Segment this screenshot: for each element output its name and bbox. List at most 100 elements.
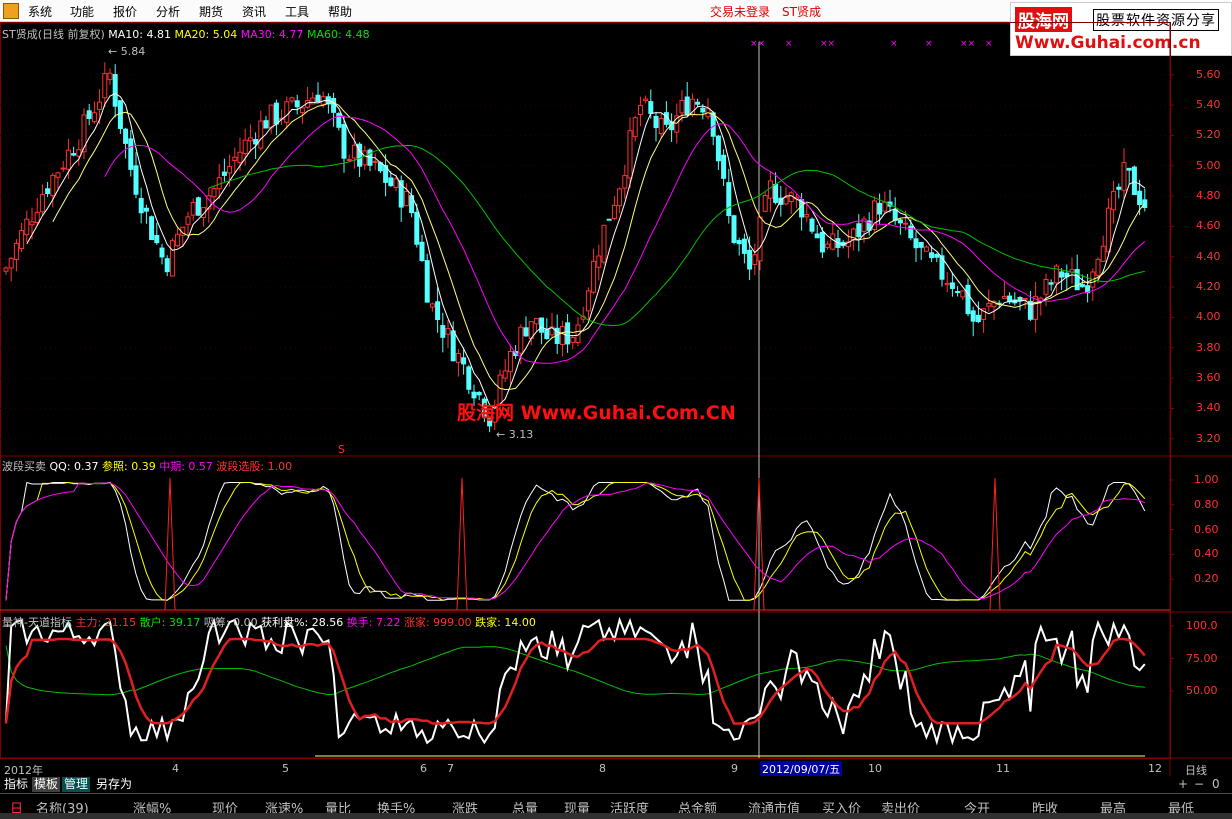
candle-body	[388, 177, 394, 187]
chart-frame	[0, 22, 1171, 759]
candle-body	[13, 242, 19, 260]
candle-body	[1048, 282, 1054, 285]
candle-body	[533, 318, 539, 325]
bottom-sheet-tabs[interactable]	[0, 813, 1232, 819]
candle-body	[1001, 296, 1007, 299]
candle-body	[1043, 278, 1049, 295]
qq-label: QQ: 0.37	[49, 460, 99, 473]
signal-marker: S	[338, 443, 345, 456]
ref-line	[5, 481, 1146, 601]
candle-body	[892, 209, 898, 221]
y-tick-label: 5.40	[1196, 98, 1221, 112]
signal-cross: ×	[985, 39, 993, 49]
candle-body	[123, 128, 129, 144]
watermark: 股海网 Www.Guhai.Com.CN	[457, 402, 736, 424]
ma30-line	[104, 115, 1146, 364]
tab-template[interactable]: 模板	[32, 777, 61, 792]
candle-body	[721, 154, 727, 179]
candle-body	[518, 326, 524, 354]
menu-news[interactable]: 资讯	[242, 3, 266, 20]
ma10-line	[26, 93, 1146, 410]
candle-body	[877, 202, 883, 215]
candle-body	[190, 201, 196, 216]
candle-body	[414, 211, 420, 245]
candle-body	[752, 254, 758, 265]
candle-body	[351, 144, 357, 159]
menu-analysis[interactable]: 分析	[156, 3, 180, 20]
candle-body	[747, 249, 753, 270]
candle-body	[315, 94, 321, 103]
candle-body	[1111, 190, 1117, 211]
candle-body	[341, 124, 347, 159]
candle-body	[476, 391, 482, 396]
candle-body	[819, 231, 825, 253]
candle-body	[1131, 166, 1137, 196]
candle-body	[897, 219, 903, 224]
y-tick-label: 75.00	[1186, 651, 1218, 665]
candle-body	[154, 235, 160, 244]
main-panel-title: ST贤成(日线 前复权)	[2, 28, 105, 41]
candle-body	[372, 160, 378, 163]
candle-body	[591, 260, 597, 293]
candle-body	[955, 291, 961, 294]
candle-body	[804, 214, 810, 218]
candle-body	[903, 222, 909, 225]
menu-futures[interactable]: 期货	[199, 3, 223, 20]
candle-body	[435, 301, 441, 321]
candle-body	[648, 101, 654, 114]
candle-body	[8, 257, 14, 269]
candle-body	[24, 218, 30, 236]
y-tick-label: 4.80	[1196, 189, 1221, 203]
y-tick-label: 0.60	[1194, 522, 1219, 536]
stock-name: ST贤成	[782, 5, 821, 19]
login-status[interactable]: 交易未登录	[710, 3, 770, 20]
zero-button[interactable]: 0	[1210, 777, 1222, 792]
candle-body	[1105, 207, 1111, 253]
candle-body	[908, 225, 914, 239]
mid-line	[5, 482, 1146, 601]
panel2-title: 波段买卖	[2, 460, 46, 473]
candle-body	[1074, 269, 1080, 291]
candle-body	[393, 178, 399, 189]
candle-body	[107, 72, 113, 80]
candle-body	[336, 112, 342, 128]
candle-body	[1095, 258, 1101, 276]
y-tick-label: 4.00	[1196, 310, 1221, 324]
x-label-sep: 9	[731, 762, 738, 775]
tab-save-as[interactable]: 另存为	[94, 777, 134, 792]
panel3-title: 量神-天道指标	[2, 616, 72, 629]
candle-body	[149, 216, 155, 241]
signal-spike	[989, 477, 1001, 611]
signal-spike	[164, 477, 176, 611]
candle-body	[1100, 245, 1106, 262]
candle-body	[570, 337, 576, 343]
candle-body	[440, 325, 446, 338]
x-label-aug: 8	[599, 762, 606, 775]
candle-body	[825, 243, 831, 248]
candle-body	[757, 216, 763, 262]
tab-manage[interactable]: 管理	[62, 777, 91, 792]
menu-system[interactable]: 系统	[28, 3, 52, 20]
tab-indicator[interactable]: 指标	[2, 777, 30, 792]
candle-body	[97, 101, 103, 111]
candle-body	[611, 204, 617, 220]
y-tick-label: 5.00	[1196, 158, 1221, 172]
cursor-date: 2012/09/07/五	[760, 761, 843, 777]
candle-body	[637, 104, 643, 116]
candle-body	[944, 282, 950, 286]
menu-tools[interactable]: 工具	[285, 3, 309, 20]
menu-function[interactable]: 功能	[70, 3, 94, 20]
candle-body	[1121, 162, 1127, 191]
candle-body	[299, 107, 305, 113]
app-icon[interactable]	[3, 3, 19, 19]
candle-body	[606, 218, 612, 221]
menu-quote[interactable]: 报价	[113, 3, 137, 20]
zoom-out-button[interactable]: −	[1192, 777, 1206, 792]
zoom-in-button[interactable]: +	[1176, 777, 1190, 792]
x-label-jun: 6	[420, 762, 427, 775]
candle-body	[559, 325, 565, 346]
menu-help[interactable]: 帮助	[328, 3, 352, 20]
candle-body	[112, 74, 118, 107]
candle-body	[627, 130, 633, 179]
candle-body	[882, 201, 888, 212]
